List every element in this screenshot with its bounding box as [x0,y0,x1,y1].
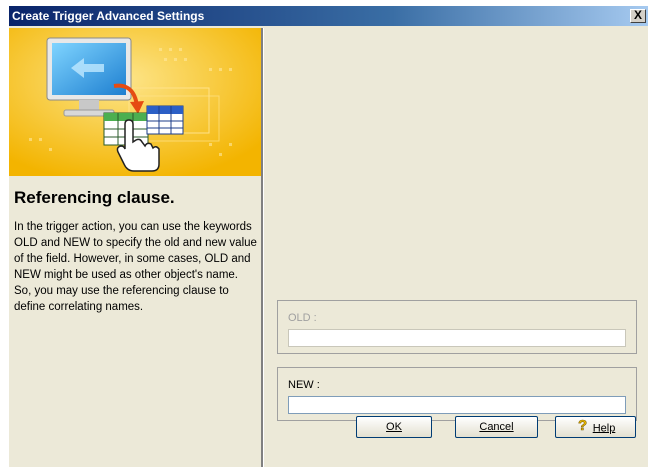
new-group: NEW : [277,367,637,421]
settings-pane: OLD : NEW : [264,28,648,467]
page-description: In the trigger action, you can use the k… [14,221,257,313]
wizard-banner-image [9,28,261,176]
window-title: Create Trigger Advanced Settings [12,9,205,23]
dialog-window: Create Trigger Advanced Settings X Refer… [9,6,648,467]
old-group: OLD : [277,300,637,354]
cancel-button[interactable]: Cancel [455,416,538,438]
new-label: NEW : [288,379,320,391]
close-icon: X [633,8,642,22]
cancel-button-label: Cancel [479,421,514,433]
banner-illustration [9,28,261,176]
svg-text:?: ? [578,417,587,433]
old-input[interactable] [288,329,626,347]
new-input[interactable] [288,396,626,414]
wizard-info-pane: Referencing clause. In the trigger actio… [9,28,261,467]
help-button-label: Help [592,422,616,435]
ok-button[interactable]: OK [356,416,432,438]
title-bar[interactable]: Create Trigger Advanced Settings X [9,6,648,26]
old-label: OLD : [288,312,317,324]
page-heading: Referencing clause. [14,188,175,207]
ok-button-label: OK [386,421,402,433]
close-button[interactable]: X [630,9,646,23]
help-button[interactable]: ? Help [555,416,636,438]
help-icon: ? [576,417,590,440]
